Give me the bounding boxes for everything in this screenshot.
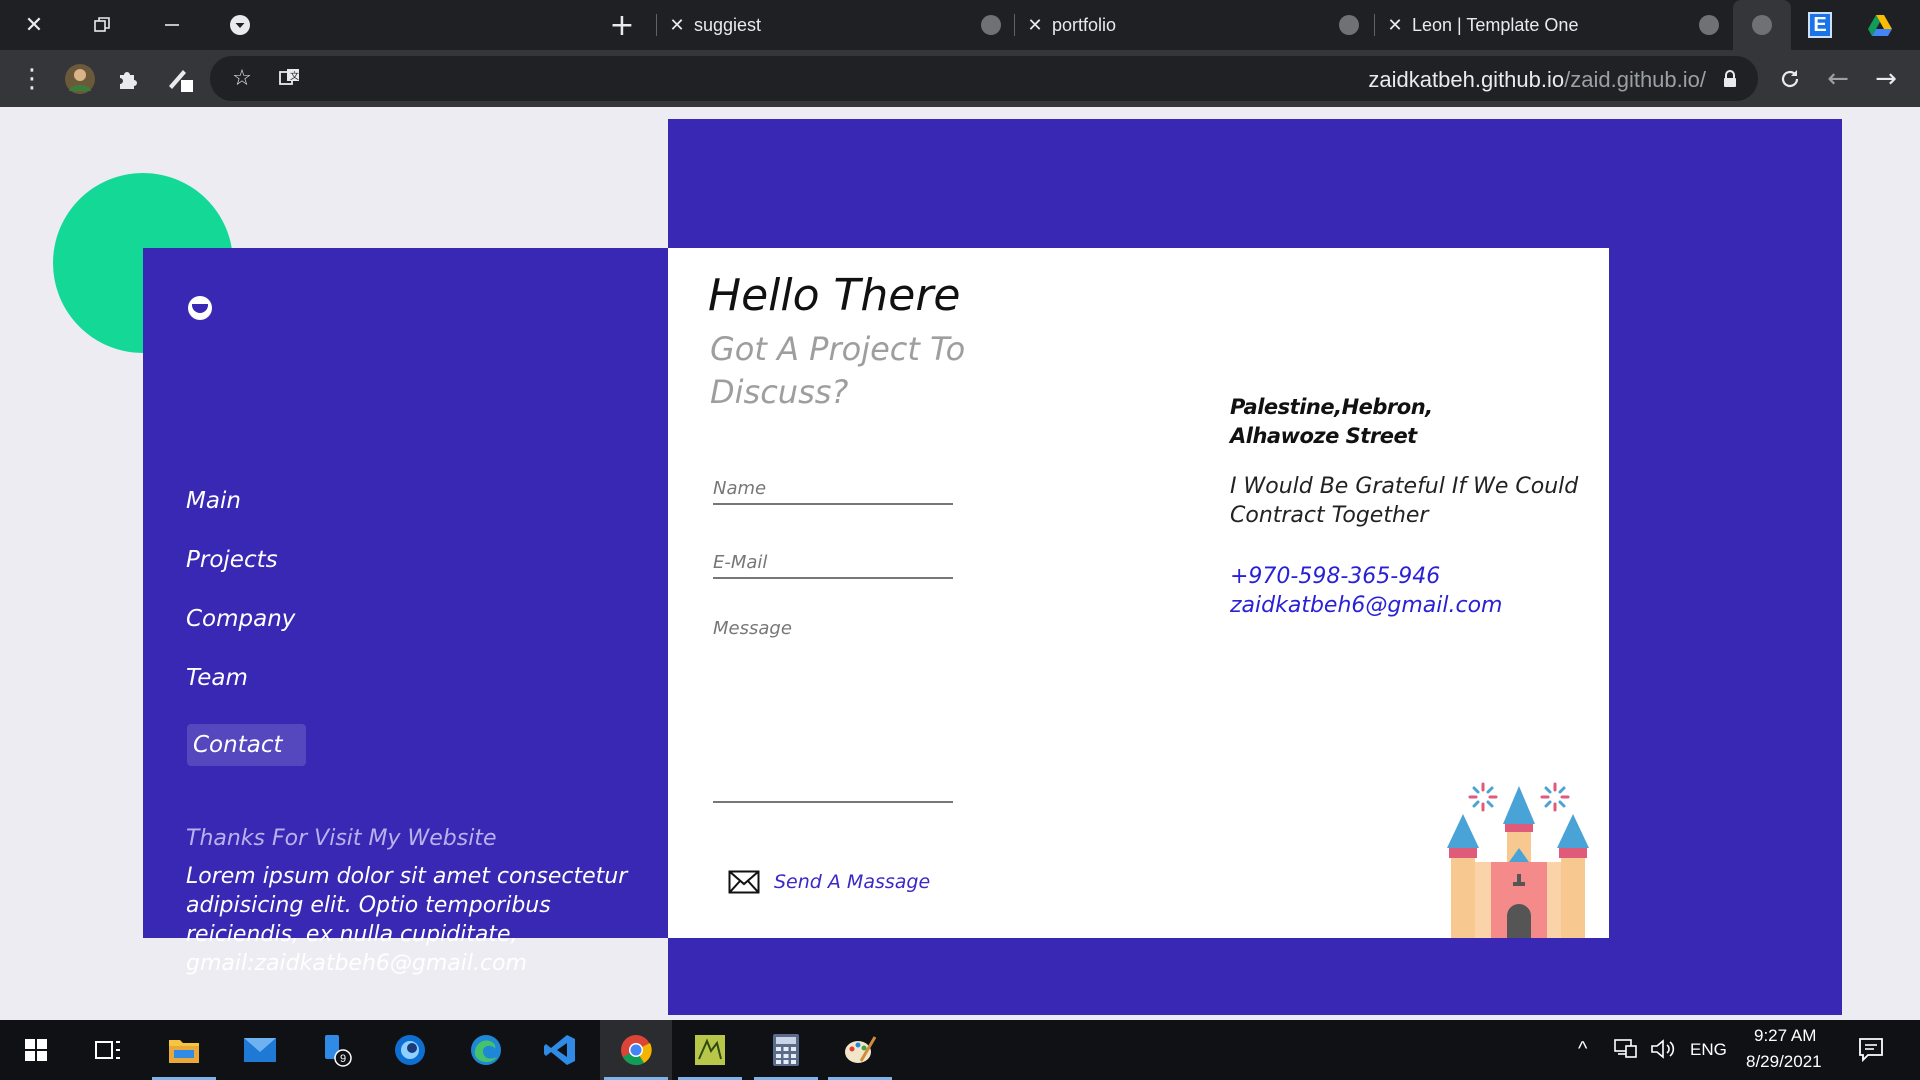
language-indicator[interactable]: ENG xyxy=(1690,1040,1727,1060)
message-field[interactable] xyxy=(713,618,953,803)
clock-time[interactable]: 9:27 AM xyxy=(1754,1026,1816,1046)
nav-projects[interactable]: Projects xyxy=(186,547,278,573)
translate-icon[interactable]: 文 xyxy=(268,56,312,101)
globe-icon xyxy=(1699,15,1719,35)
notification-icon[interactable] xyxy=(1858,1036,1884,1066)
file-explorer-icon[interactable] xyxy=(148,1020,220,1080)
chrome-icon[interactable] xyxy=(600,1020,672,1080)
tab-active-pinned[interactable] xyxy=(1733,0,1791,50)
forward-icon[interactable]: → xyxy=(1864,56,1908,101)
restore-icon[interactable] xyxy=(78,0,126,50)
calculator-icon[interactable] xyxy=(750,1020,822,1080)
send-label: Send A Massage xyxy=(774,871,931,893)
pen-icon[interactable] xyxy=(158,56,202,101)
reload-icon[interactable] xyxy=(1768,56,1812,101)
globe-icon xyxy=(1752,15,1772,35)
back-icon[interactable]: ← xyxy=(1816,56,1860,101)
new-tab-icon[interactable]: + xyxy=(600,0,644,50)
page-viewport: Main Projects Company Team Contact Thank… xyxy=(0,107,1920,1020)
thanks-title: Thanks For Visit My Website xyxy=(186,826,497,851)
volume-icon[interactable] xyxy=(1650,1038,1676,1064)
url-domain: zaidkatbeh.github.io xyxy=(1368,67,1565,92)
nav-company[interactable]: Company xyxy=(186,606,295,632)
nav-contact[interactable]: Contact xyxy=(187,724,307,766)
paint-icon[interactable] xyxy=(824,1020,896,1080)
tab-title: suggiest xyxy=(694,14,762,35)
globe-icon xyxy=(981,15,1001,35)
chevron-up-icon[interactable]: ^ xyxy=(1578,1038,1587,1061)
logo-icon[interactable] xyxy=(188,296,212,320)
extension-e-icon[interactable]: E xyxy=(1803,0,1837,50)
nav-main[interactable]: Main xyxy=(186,488,241,514)
globe-icon xyxy=(1339,15,1359,35)
minimize-icon[interactable] xyxy=(148,0,196,50)
tab-separator xyxy=(1374,14,1375,36)
page-subtitle: Got A Project To Discuss? xyxy=(710,330,966,411)
email-link[interactable]: zaidkatbeh6@gmail.com xyxy=(1230,593,1502,618)
grateful-text: I Would Be Grateful If We Could Contract… xyxy=(1230,474,1579,528)
tab-portfolio[interactable]: ✕ portfolio xyxy=(1018,0,1373,50)
url-path: /zaid.github.io/ xyxy=(1564,67,1706,92)
phone-link-icon[interactable]: 9 xyxy=(300,1020,372,1080)
nav-team[interactable]: Team xyxy=(186,665,248,691)
star-icon[interactable]: ☆ xyxy=(220,56,264,101)
tab-close-icon[interactable]: ✕ xyxy=(1378,15,1412,36)
task-view-icon[interactable] xyxy=(72,1020,144,1080)
cortana-icon[interactable] xyxy=(374,1020,446,1080)
mail-icon[interactable] xyxy=(224,1020,296,1080)
url-text[interactable]: zaidkatbeh.github.io/zaid.github.io/ xyxy=(1368,67,1706,93)
email-field[interactable] xyxy=(713,548,953,579)
network-icon[interactable] xyxy=(1614,1038,1638,1064)
thanks-text: Lorem ipsum dolor sit amet consectetur a… xyxy=(186,864,628,976)
google-drive-icon[interactable] xyxy=(1860,0,1900,50)
puzzle-icon[interactable] xyxy=(106,56,150,101)
tab-close-icon[interactable]: ✕ xyxy=(1018,15,1052,36)
omnibox[interactable]: ☆ 文 zaidkatbeh.github.io/zaid.github.io/ xyxy=(210,56,1758,101)
tab-separator xyxy=(656,14,657,36)
tab-title: portfolio xyxy=(1052,14,1117,35)
page-title: Hello There xyxy=(708,270,961,321)
lock-icon[interactable] xyxy=(1708,56,1752,101)
edge-icon[interactable] xyxy=(450,1020,522,1080)
envelope-icon xyxy=(728,870,760,894)
tab-suggiest[interactable]: ✕ suggiest xyxy=(660,0,1015,50)
tab-close-icon[interactable]: ✕ xyxy=(660,15,694,36)
browser-toolbar: ⋮ ☆ 文 zaidkatbeh.github.io/zaid.github.i… xyxy=(0,50,1920,107)
windows-taskbar: 9 ^ ENG 9:27 AM 8/29/2021 xyxy=(0,1020,1920,1080)
phone-badge: 9 xyxy=(340,1053,346,1065)
clock-date[interactable]: 8/29/2021 xyxy=(1746,1052,1822,1072)
name-field[interactable] xyxy=(713,474,953,505)
logisim-icon[interactable] xyxy=(674,1020,746,1080)
tab-title: Leon | Template One xyxy=(1412,14,1579,35)
castle-icon xyxy=(1447,782,1589,938)
send-button[interactable]: Send A Massage xyxy=(728,870,930,894)
sidebar: Main Projects Company Team Contact Thank… xyxy=(143,248,668,976)
menu-icon[interactable]: ⋮ xyxy=(10,56,54,101)
close-window-icon[interactable]: ✕ xyxy=(10,0,58,50)
vscode-icon[interactable] xyxy=(524,1020,596,1080)
tab-separator xyxy=(1014,14,1015,36)
address-text: Palestine,Hebron, Alhawoze Street xyxy=(1230,395,1433,448)
tab-leon-template[interactable]: ✕ Leon | Template One xyxy=(1378,0,1733,50)
browser-tab-bar: ✕ + ✕ suggiest ✕ portfolio ✕ Leon | Temp… xyxy=(0,0,1920,50)
start-icon[interactable] xyxy=(0,1020,72,1080)
phone-link[interactable]: +970-598-365-946 xyxy=(1230,564,1440,589)
tab-search-icon[interactable] xyxy=(218,0,262,50)
extension-avatar-icon[interactable] xyxy=(58,56,102,101)
svg-text:文: 文 xyxy=(290,70,299,82)
contact-card: Hello There Got A Project To Discuss? Se… xyxy=(668,248,1609,938)
